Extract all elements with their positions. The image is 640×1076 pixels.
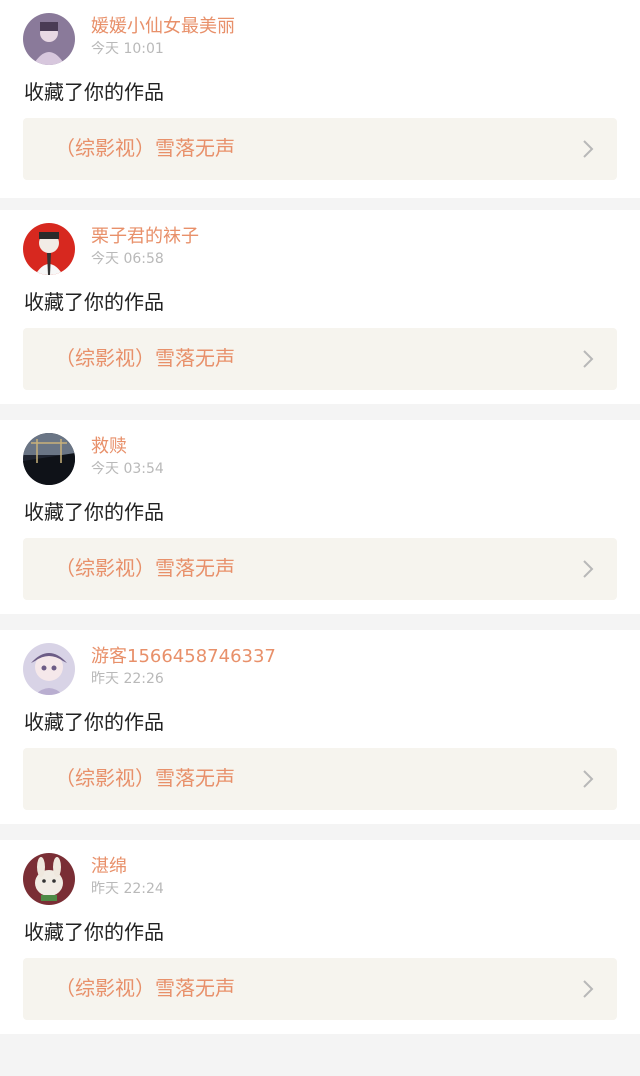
notification-card: 游客1566458746337 昨天 22:26 收藏了你的作品 （综影视）雪落… (0, 630, 640, 824)
timestamp: 今天 06:58 (91, 251, 164, 267)
user-avatar[interactable] (23, 433, 75, 485)
username[interactable]: 栗子君的袜子 (91, 225, 199, 249)
action-text: 收藏了你的作品 (24, 500, 164, 524)
username[interactable]: 湛绵 (91, 855, 127, 879)
action-text: 收藏了你的作品 (24, 710, 164, 734)
action-text: 收藏了你的作品 (24, 80, 164, 104)
chevron-right-icon (581, 350, 595, 368)
notification-feed: 媛媛小仙女最美丽 今天 10:01 收藏了你的作品 （综影视）雪落无声 栗子君的… (0, 0, 640, 1034)
notification-card: 栗子君的袜子 今天 06:58 收藏了你的作品 （综影视）雪落无声 (0, 210, 640, 404)
action-text: 收藏了你的作品 (24, 290, 164, 314)
user-avatar[interactable] (23, 13, 75, 65)
action-text: 收藏了你的作品 (24, 920, 164, 944)
username[interactable]: 媛媛小仙女最美丽 (91, 15, 235, 39)
chevron-right-icon (581, 560, 595, 578)
work-title: （综影视）雪落无声 (55, 766, 235, 790)
work-link[interactable]: （综影视）雪落无声 (23, 118, 617, 180)
work-title: （综影视）雪落无声 (55, 346, 235, 370)
username[interactable]: 救赎 (91, 435, 127, 459)
notification-card: 湛绵 昨天 22:24 收藏了你的作品 （综影视）雪落无声 (0, 840, 640, 1034)
chevron-right-icon (581, 980, 595, 998)
username[interactable]: 游客1566458746337 (91, 645, 276, 669)
chevron-right-icon (581, 140, 595, 158)
user-avatar[interactable] (23, 853, 75, 905)
work-link[interactable]: （综影视）雪落无声 (23, 328, 617, 390)
notification-card: 救赎 今天 03:54 收藏了你的作品 （综影视）雪落无声 (0, 420, 640, 614)
work-link[interactable]: （综影视）雪落无声 (23, 958, 617, 1020)
timestamp: 昨天 22:24 (91, 881, 164, 897)
user-avatar[interactable] (23, 223, 75, 275)
work-title: （综影视）雪落无声 (55, 136, 235, 160)
work-title: （综影视）雪落无声 (55, 976, 235, 1000)
chevron-right-icon (581, 770, 595, 788)
work-title: （综影视）雪落无声 (55, 556, 235, 580)
user-avatar[interactable] (23, 643, 75, 695)
timestamp: 今天 10:01 (91, 41, 164, 57)
timestamp: 昨天 22:26 (91, 671, 164, 687)
notification-card: 媛媛小仙女最美丽 今天 10:01 收藏了你的作品 （综影视）雪落无声 (0, 0, 640, 198)
work-link[interactable]: （综影视）雪落无声 (23, 538, 617, 600)
timestamp: 今天 03:54 (91, 461, 164, 477)
work-link[interactable]: （综影视）雪落无声 (23, 748, 617, 810)
